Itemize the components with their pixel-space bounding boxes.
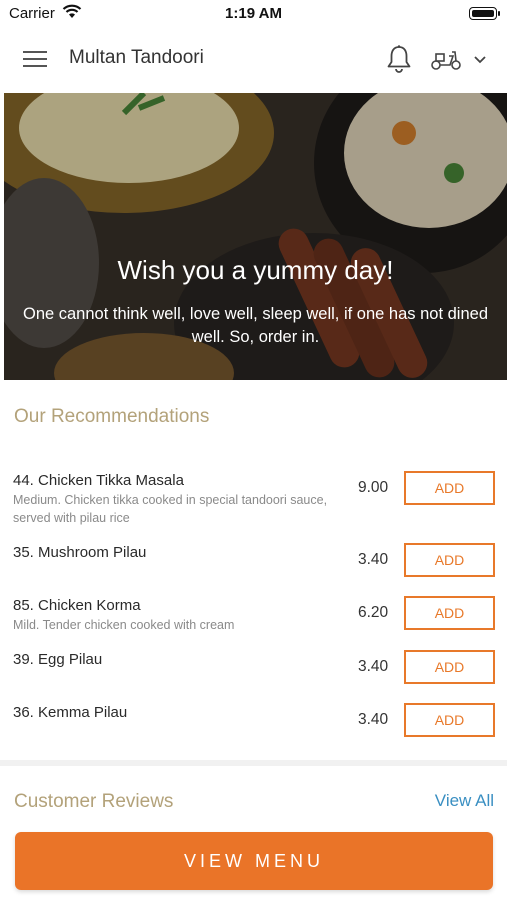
scooter-icon[interactable] [430,46,462,72]
menu-item: 85. Chicken Korma Mild. Tender chicken c… [13,596,495,634]
add-button[interactable]: ADD [404,471,495,505]
hero-tagline: One cannot think well, love well, sleep … [22,305,489,346]
reviews-title: Customer Reviews [14,791,174,812]
menu-item: 35. Mushroom Pilau 3.40 ADD [13,543,495,577]
status-bar: Carrier 1:19 AM [0,0,507,26]
add-button[interactable]: ADD [404,596,495,630]
menu-item-price: 3.40 [358,658,389,675]
page-title: Multan Tandoori [69,47,204,68]
menu-item-description: Medium. Chicken tikka cooked in special … [13,493,328,525]
hero-banner: Wish you a yummy day! One cannot think w… [4,93,507,380]
battery-icon [469,7,500,20]
menu-item: 44. Chicken Tikka Masala Medium. Chicken… [13,471,495,527]
menu-item: 39. Egg Pilau 3.40 ADD [13,650,495,684]
app-header: Multan Tandoori [0,26,507,93]
menu-item-price: 6.20 [358,604,389,621]
bell-icon[interactable] [385,44,413,74]
section-divider [0,760,507,766]
add-button[interactable]: ADD [404,543,495,577]
menu-item-price: 3.40 [358,551,389,568]
view-all-link[interactable]: View All [435,791,494,811]
menu-item-price: 9.00 [358,479,389,496]
hamburger-menu-icon[interactable] [23,49,47,69]
menu-item: 36. Kemma Pilau 3.40 ADD [13,703,495,737]
add-button[interactable]: ADD [404,703,495,737]
menu-item-price: 3.40 [358,711,389,728]
clock: 1:19 AM [225,5,282,22]
recommendations-title: Our Recommendations [14,406,210,427]
view-menu-button[interactable]: VIEW MENU [15,832,493,890]
hero-headline: Wish you a yummy day! [117,255,394,285]
menu-item-description: Mild. Tender chicken cooked with cream [13,618,235,632]
add-button[interactable]: ADD [404,650,495,684]
chevron-down-icon[interactable] [472,51,488,67]
